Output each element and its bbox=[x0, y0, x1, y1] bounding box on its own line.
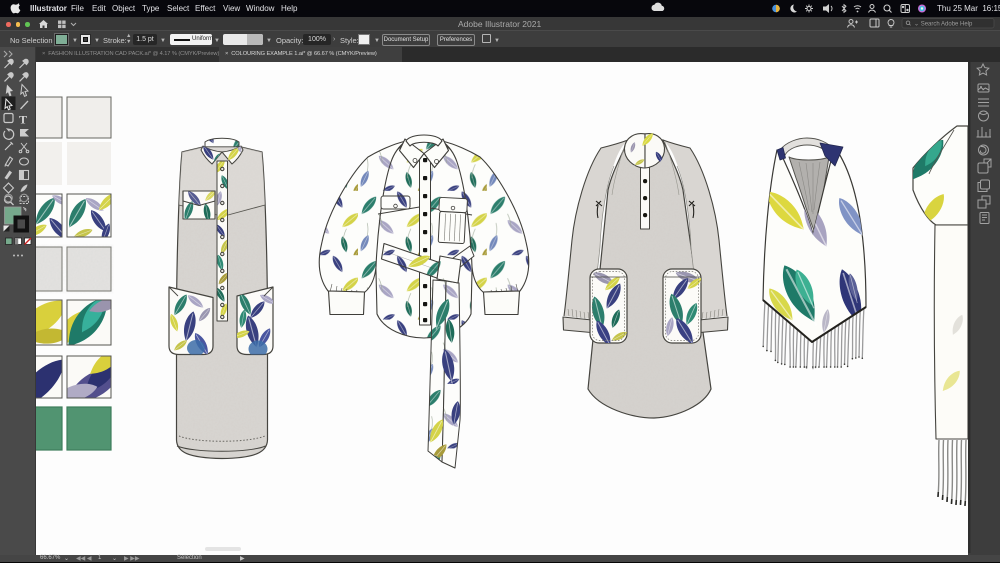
svg-text:T: T bbox=[19, 113, 27, 127]
svg-text:⌄ Search Adobe Help: ⌄ Search Adobe Help bbox=[914, 22, 973, 28]
